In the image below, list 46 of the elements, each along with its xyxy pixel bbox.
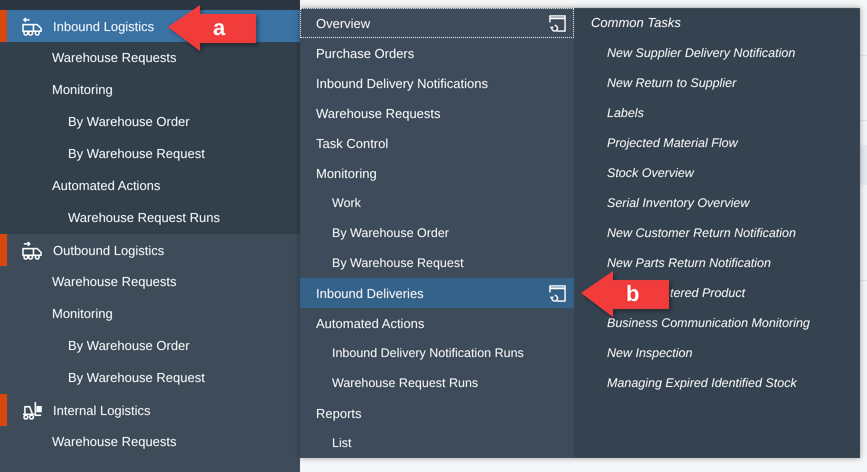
task-link[interactable]: New Inspection <box>607 338 692 368</box>
nav-item[interactable]: Warehouse Requests <box>0 42 300 74</box>
callout-label: a <box>213 15 226 41</box>
task-link[interactable]: Managing Expired Identified Stock <box>607 368 797 398</box>
menu-item[interactable]: Work <box>300 188 574 218</box>
menu-item[interactable]: Reports <box>300 398 574 428</box>
menu-item[interactable]: List <box>300 428 574 458</box>
menu-item[interactable]: By Warehouse Order <box>300 218 574 248</box>
nav-item[interactable]: Monitoring <box>0 74 300 106</box>
task-link[interactable]: New Customer Return Notification <box>607 218 796 248</box>
task-link[interactable]: New Return to Supplier <box>607 68 736 98</box>
truck-icon <box>22 240 43 260</box>
nav-item[interactable]: Warehouse Requests <box>0 426 300 458</box>
nav-item[interactable]: By Warehouse Order <box>0 106 300 138</box>
menu-item[interactable]: Inbound Delivery Notifications <box>300 68 574 98</box>
forklift-icon <box>22 400 43 420</box>
task-link[interactable]: New Parts Return Notification <box>607 248 771 278</box>
menu-item[interactable]: Monitoring <box>300 158 574 188</box>
menu-item[interactable]: By Warehouse Request <box>300 248 574 278</box>
nav-item[interactable]: By Warehouse Request <box>0 138 300 170</box>
task-link[interactable]: Serial Inventory Overview <box>607 188 750 218</box>
nav-group[interactable]: Outbound Logistics <box>0 234 300 266</box>
task-link[interactable]: tered Product <box>670 278 746 308</box>
task-link[interactable]: Stock Overview <box>607 158 694 188</box>
section-title: Common Tasks <box>590 14 682 32</box>
menu-item[interactable]: Overview <box>300 8 574 38</box>
menu-item[interactable]: Inbound Delivery Notification Runs <box>300 338 574 368</box>
task-link[interactable]: Business Communication Monitoring <box>607 308 810 338</box>
menu-item[interactable]: Purchase Orders <box>300 38 574 68</box>
menu-item[interactable]: Automated Actions <box>300 308 574 338</box>
menu-item[interactable]: Warehouse Request Runs <box>300 368 574 398</box>
task-link[interactable]: Labels <box>607 98 644 128</box>
menu-item[interactable]: Warehouse Requests <box>300 98 574 128</box>
nav-item[interactable]: Warehouse Request Runs <box>0 202 300 234</box>
nav-item[interactable]: Automated Actions <box>0 170 300 202</box>
task-link[interactable]: New Supplier Delivery Notification <box>607 38 796 68</box>
task-link[interactable]: Projected Material Flow <box>607 128 738 158</box>
menu-item[interactable]: Task Control <box>300 128 574 158</box>
truck-icon <box>22 16 43 36</box>
nav-item[interactable]: By Warehouse Request <box>0 362 300 394</box>
menu-item[interactable]: Inbound Deliveries <box>300 278 574 308</box>
nav-item[interactable]: Warehouse Requests <box>0 266 300 298</box>
nav-item[interactable]: By Warehouse Order <box>0 330 300 362</box>
callout-label: b <box>626 281 640 307</box>
nav-item[interactable]: Monitoring <box>0 298 300 330</box>
nav-group[interactable]: Internal Logistics <box>0 394 300 426</box>
